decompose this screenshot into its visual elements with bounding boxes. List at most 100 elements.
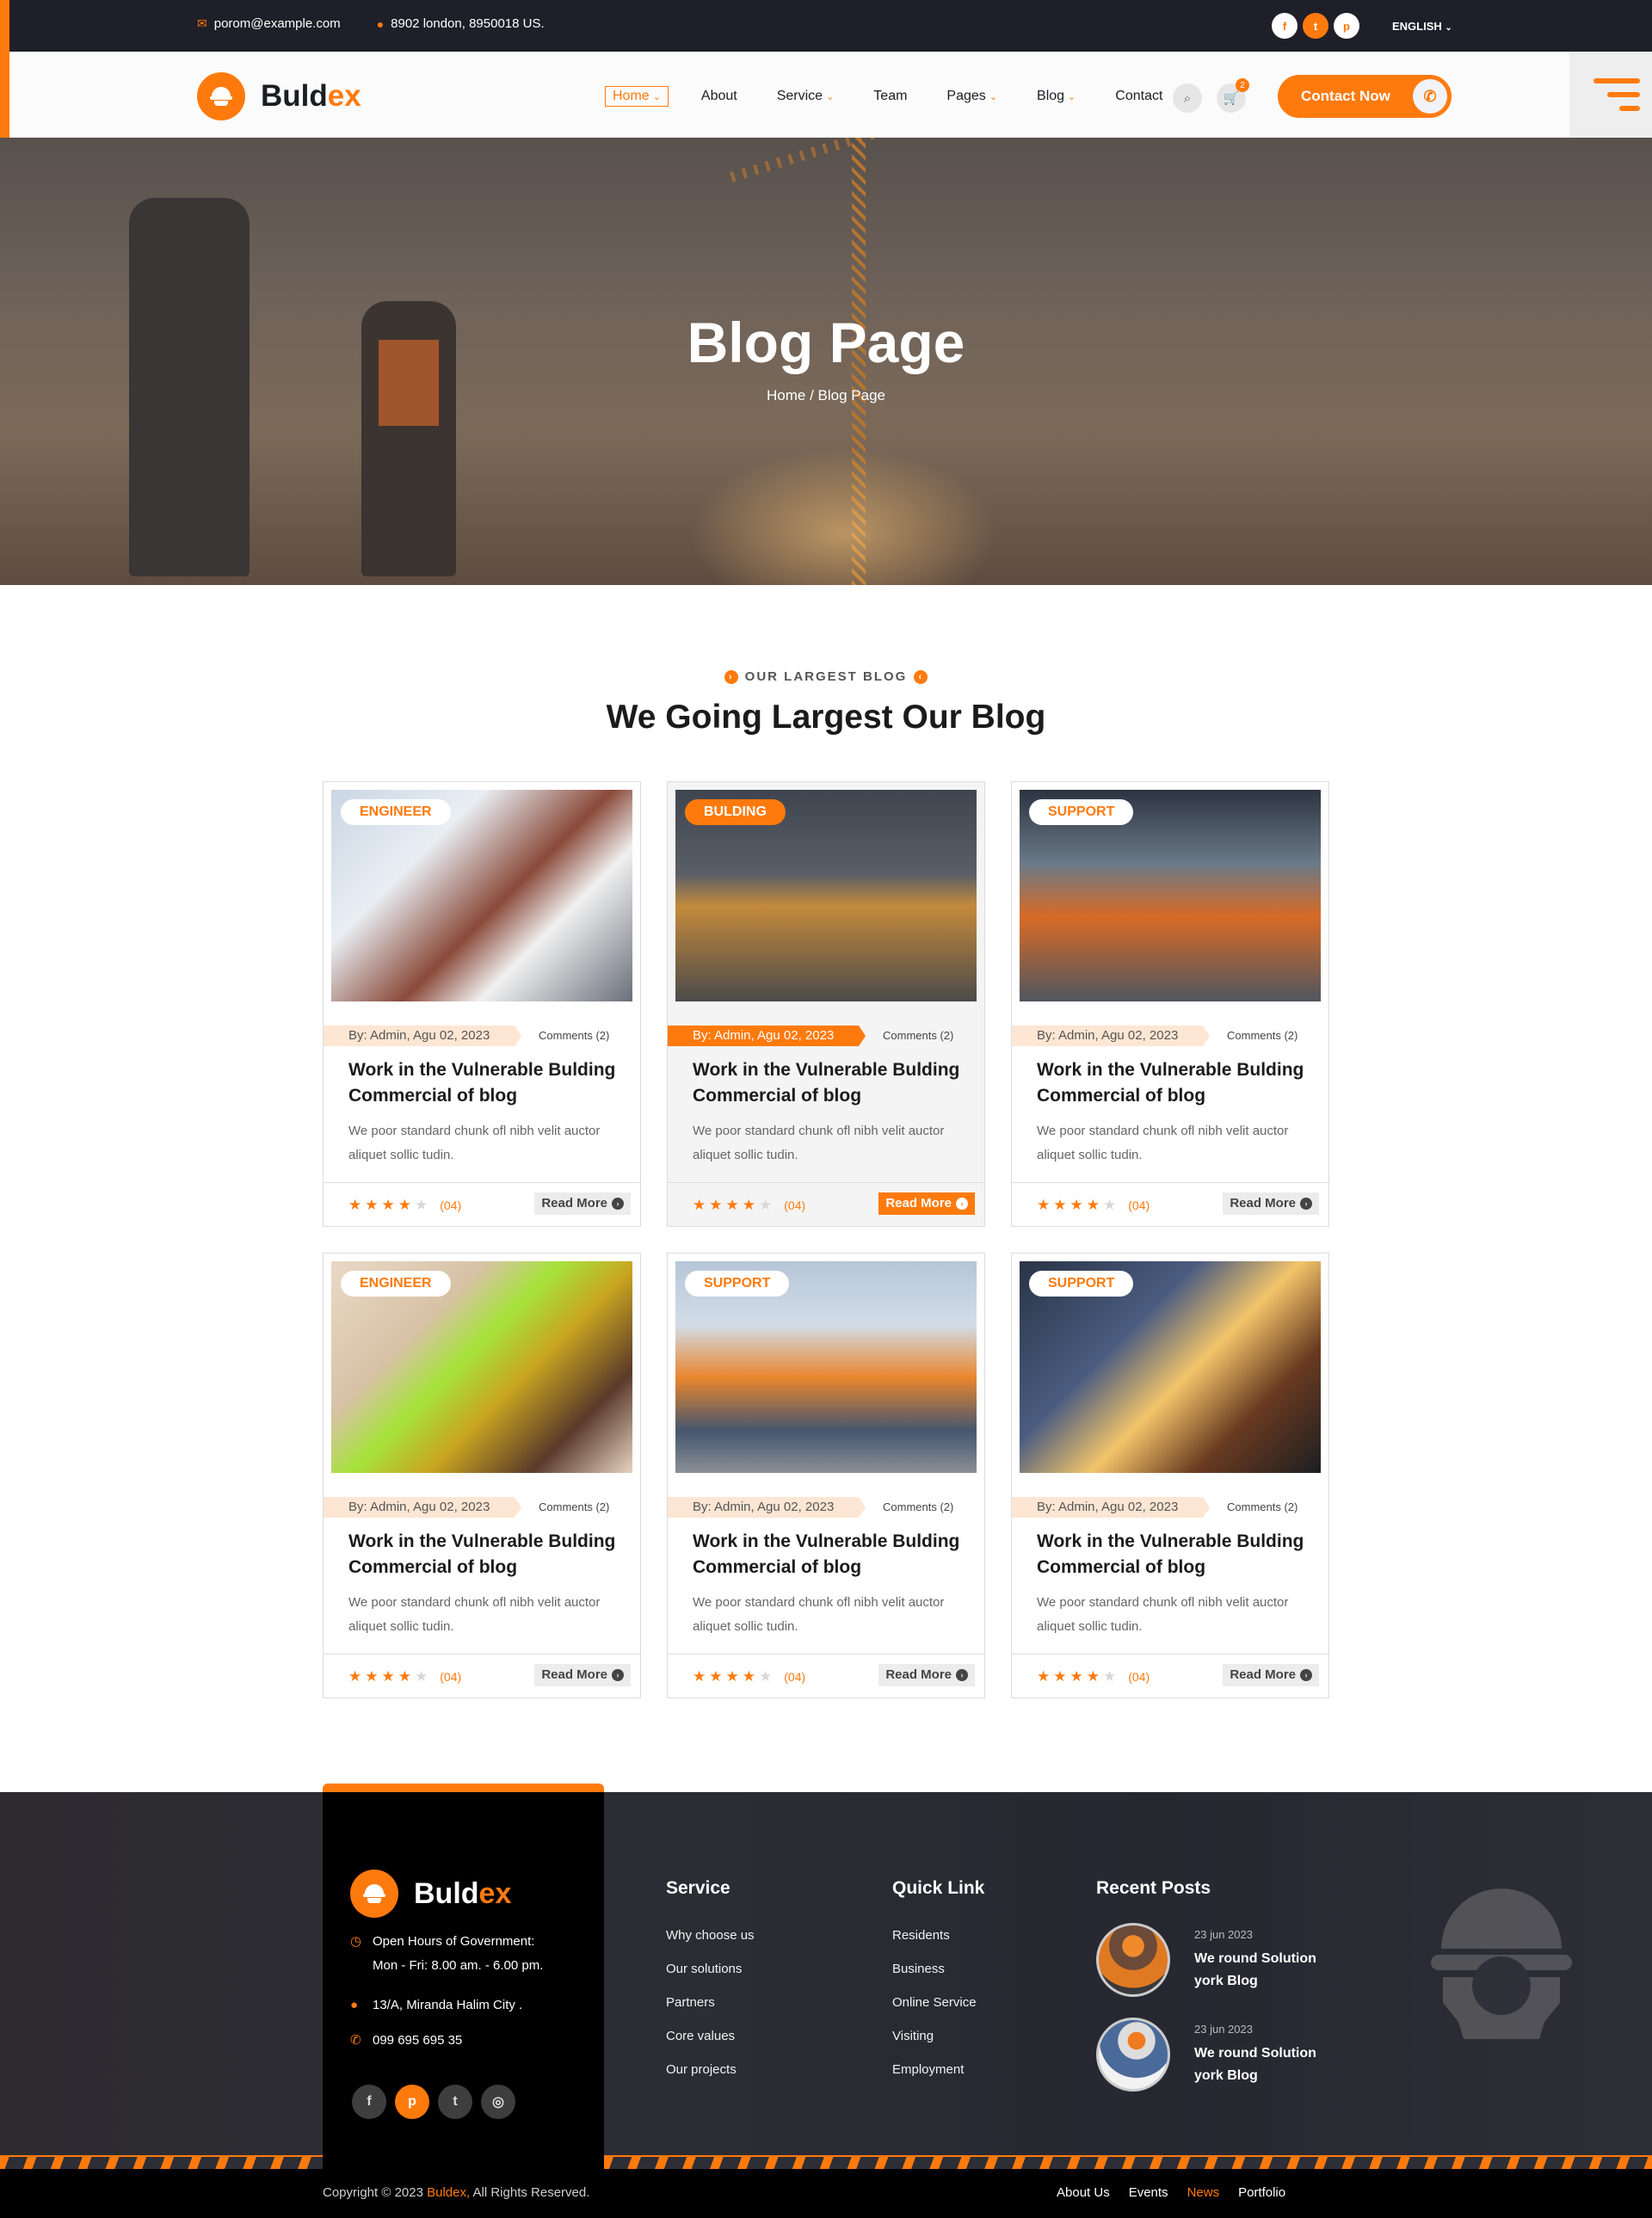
blog-card[interactable]: SUPPORT By: Admin, Agu 02, 2023 Comments (…	[667, 1253, 985, 1698]
card-footer: ★ ★ ★ ★ ★ (04) Read More ›	[324, 1654, 640, 1698]
category-tag[interactable]: ENGINEER	[341, 799, 451, 825]
facebook-icon[interactable]: f	[352, 2085, 386, 2119]
address-text: 8902 london, 8950018 US.	[391, 16, 545, 31]
section-subtitle: › OUR LARGEST BLOG ‹	[0, 669, 1652, 684]
twitter-icon[interactable]: t	[1303, 13, 1328, 39]
post-title[interactable]: Work in the Vulnerable Bulding Commercia…	[348, 1529, 624, 1580]
post-excerpt: We poor standard chunk ofl nibh velit au…	[693, 1124, 945, 1162]
post-comments[interactable]: Comments (2)	[539, 1497, 609, 1518]
instagram-icon[interactable]: ◎	[481, 2085, 515, 2119]
footer-service-column: Service Why choose us Our solutions Part…	[666, 1878, 755, 2096]
main-nav: Home ⌄ About Service ⌄ Team Pages ⌄ Blog ⌄ C…	[605, 86, 1169, 107]
category-tag[interactable]: SUPPORT	[685, 1271, 790, 1297]
rating: ★ ★ ★ ★ ★ (04)	[1037, 1668, 1150, 1685]
footer-link[interactable]: Our projects	[666, 2062, 755, 2077]
page-title: Blog Page	[687, 311, 965, 374]
read-more-button[interactable]: Read More ›	[1223, 1192, 1319, 1215]
nav-item-contact[interactable]: Contact	[1108, 87, 1169, 106]
read-more-button[interactable]: Read More ›	[534, 1192, 631, 1215]
pinterest-icon[interactable]: p	[395, 2085, 429, 2119]
footer-link[interactable]: Why choose us	[666, 1928, 755, 1943]
recent-post-thumbnail	[1096, 1923, 1170, 1997]
post-comments[interactable]: Comments (2)	[883, 1026, 953, 1046]
post-title[interactable]: Work in the Vulnerable Bulding Commercia…	[1037, 1057, 1312, 1109]
category-tag[interactable]: SUPPORT	[1029, 799, 1134, 825]
post-excerpt: We poor standard chunk ofl nibh velit au…	[348, 1124, 601, 1162]
read-more-button[interactable]: Read More ›	[878, 1664, 975, 1686]
chevron-down-icon: ⌄	[652, 91, 661, 102]
recent-post[interactable]: 23 jun 2023 We round Solution york Blog	[1096, 1923, 1323, 1997]
footer-link[interactable]: Core values	[666, 2029, 755, 2043]
post-title[interactable]: Work in the Vulnerable Bulding Commercia…	[348, 1057, 624, 1109]
footer-link[interactable]: Residents	[892, 1928, 984, 1943]
email-link[interactable]: ✉ porom@example.com	[197, 16, 341, 31]
star-icon: ★	[759, 1668, 773, 1685]
blog-card[interactable]: SUPPORT By: Admin, Agu 02, 2023 Comments (…	[1011, 1253, 1329, 1698]
bottom-link-portfolio[interactable]: Portfolio	[1238, 2185, 1285, 2200]
blog-card[interactable]: ENGINEER By: Admin, Agu 02, 2023 Comments …	[323, 1253, 641, 1698]
post-comments[interactable]: Comments (2)	[883, 1497, 953, 1518]
bottom-link-about-us[interactable]: About Us	[1057, 2185, 1110, 2200]
read-more-button[interactable]: Read More ›	[878, 1192, 975, 1215]
rating-count: (04)	[784, 1670, 806, 1684]
footer-link[interactable]: Visiting	[892, 2029, 984, 2043]
footer-info-box: Buldex ◷ Open Hours of Government: Mon - …	[323, 1784, 604, 2218]
footer-link[interactable]: Employment	[892, 2062, 984, 2077]
bottom-link-events[interactable]: Events	[1129, 2185, 1168, 2200]
copyright-brand-link[interactable]: Buldex,	[427, 2185, 470, 2200]
brand-name: Buld	[414, 1876, 479, 1910]
bottom-link-news[interactable]: News	[1187, 2185, 1220, 2200]
post-title[interactable]: Work in the Vulnerable Bulding Commercia…	[1037, 1529, 1312, 1580]
footer-logo[interactable]: Buldex	[350, 1870, 511, 1918]
nav-item-service[interactable]: Service ⌄	[770, 87, 841, 106]
twitter-icon[interactable]: t	[438, 2085, 472, 2119]
footer-phone[interactable]: ✆ 099 695 695 35	[350, 2029, 462, 2053]
rating: ★ ★ ★ ★ ★ (04)	[348, 1197, 461, 1214]
blog-card[interactable]: BULDING By: Admin, Agu 02, 2023 Comments (…	[667, 781, 985, 1227]
footer-link[interactable]: Our solutions	[666, 1962, 755, 1976]
footer-link[interactable]: Online Service	[892, 1995, 984, 2010]
post-comments[interactable]: Comments (2)	[1227, 1497, 1298, 1518]
blog-card[interactable]: ENGINEER By: Admin, Agu 02, 2023 Comments …	[323, 781, 641, 1227]
read-more-button[interactable]: Read More ›	[534, 1664, 631, 1686]
top-bar: ✉ porom@example.com ● 8902 london, 89500…	[0, 0, 1652, 52]
pinterest-icon[interactable]: p	[1334, 13, 1359, 39]
post-excerpt: We poor standard chunk ofl nibh velit au…	[1037, 1595, 1289, 1634]
read-more-button[interactable]: Read More ›	[1223, 1664, 1319, 1686]
nav-item-pages[interactable]: Pages ⌄	[940, 87, 1004, 106]
breadcrumb[interactable]: Home / Blog Page	[0, 387, 1652, 404]
language-select[interactable]: ENGLISH ⌄	[1392, 20, 1452, 33]
search-button[interactable]: ⌕	[1173, 83, 1202, 113]
footer-link[interactable]: Partners	[666, 1995, 755, 2010]
cart-button[interactable]: 🛒 2	[1217, 78, 1249, 113]
star-icon: ★	[742, 1668, 755, 1685]
nav-item-home[interactable]: Home ⌄	[605, 86, 669, 107]
post-meta: By: Admin, Agu 02, 2023 Comments (2)	[324, 1497, 640, 1518]
star-icon: ★	[381, 1668, 395, 1685]
footer-link[interactable]: Business	[892, 1962, 984, 1976]
recent-post[interactable]: 23 jun 2023 We round Solution york Blog	[1096, 2018, 1323, 2092]
facebook-icon[interactable]: f	[1272, 13, 1298, 39]
post-author-date: By: Admin, Agu 02, 2023	[1012, 1026, 1210, 1046]
post-title[interactable]: Work in the Vulnerable Bulding Commercia…	[693, 1529, 968, 1580]
category-tag[interactable]: ENGINEER	[341, 1271, 451, 1297]
menu-toggle[interactable]	[1569, 52, 1652, 138]
clock-icon: ◷	[350, 1934, 362, 1949]
rating: ★ ★ ★ ★ ★ (04)	[1037, 1197, 1150, 1214]
cart-icon: 🛒	[1223, 91, 1240, 106]
card-footer: ★ ★ ★ ★ ★ (04) Read More ›	[1012, 1182, 1328, 1227]
logo[interactable]: Buldex	[197, 72, 361, 120]
nav-item-blog[interactable]: Blog ⌄	[1030, 87, 1082, 106]
star-icon: ★	[725, 1197, 739, 1213]
post-title[interactable]: Work in the Vulnerable Bulding Commercia…	[693, 1057, 968, 1109]
blog-card[interactable]: SUPPORT By: Admin, Agu 02, 2023 Comments (…	[1011, 781, 1329, 1227]
category-tag[interactable]: SUPPORT	[1029, 1271, 1134, 1297]
nav-item-about[interactable]: About	[694, 87, 744, 106]
hamburger-icon	[1593, 78, 1640, 83]
nav-item-team[interactable]: Team	[866, 87, 914, 106]
chevron-left-icon: ‹	[914, 669, 928, 684]
post-comments[interactable]: Comments (2)	[1227, 1026, 1298, 1046]
category-tag[interactable]: BULDING	[685, 799, 786, 825]
contact-now-button[interactable]: Contact Now ✆	[1278, 75, 1452, 118]
post-comments[interactable]: Comments (2)	[539, 1026, 609, 1046]
